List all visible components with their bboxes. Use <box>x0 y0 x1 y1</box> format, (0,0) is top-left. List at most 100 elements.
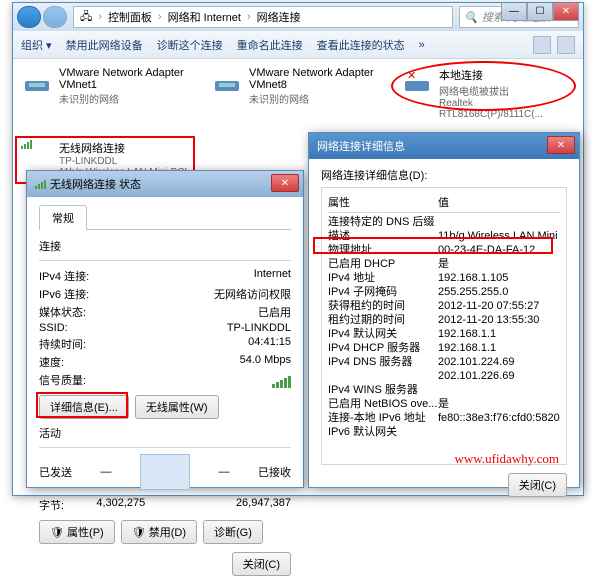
adapter-vmnet1[interactable]: VMware Network Adapter VMnet1 未识别的网络 <box>21 67 191 120</box>
column-header: 值 <box>438 194 449 210</box>
property-row: 描述11b/g Wireless LAN Mini PCI Ex <box>328 229 560 243</box>
value: Internet <box>254 268 291 284</box>
property-name: IPv4 子网掩码 <box>328 285 438 299</box>
adapter-ssid: TP-LINKDDL <box>59 156 191 167</box>
disable-device-button[interactable]: 禁用此网络设备 <box>66 37 143 53</box>
bytes-sent: 4,302,275 <box>64 497 177 513</box>
dialog-titlebar[interactable]: 无线网络连接 状态 ✕ <box>27 171 303 197</box>
toolbar: 组织 ▾ 禁用此网络设备 诊断这个连接 重命名此连接 查看此连接的状态 » <box>13 31 583 59</box>
label: 速度: <box>39 354 64 370</box>
dialog-titlebar[interactable]: 网络连接详细信息 ✕ <box>309 133 579 159</box>
breadcrumb-part[interactable]: 网络连接 <box>257 9 301 25</box>
section-label: 连接 <box>39 238 291 254</box>
column-header: 属性 <box>328 194 438 210</box>
property-value <box>438 215 560 229</box>
received-label: 已接收 <box>258 464 291 480</box>
properties-button[interactable]: 🛡 属性(P) <box>39 520 115 544</box>
disable-button[interactable]: 🛡 禁用(D) <box>121 520 197 544</box>
network-adapter-icon: ✕ <box>401 67 433 99</box>
adapter-local[interactable]: ✕ 本地连接 网络电缆被拔出 Realtek RTL8168C(P)/8111C… <box>401 67 571 120</box>
rename-button[interactable]: 重命名此连接 <box>237 37 303 53</box>
adapter-device: Realtek RTL8168C(P)/8111C(... <box>439 98 571 120</box>
property-row: 已启用 NetBIOS ove...是 <box>328 397 560 411</box>
organize-menu[interactable]: 组织 ▾ <box>21 37 52 53</box>
property-value: 是 <box>438 397 560 411</box>
property-value: 2012-11-20 07:55:27 <box>438 299 560 313</box>
property-value: 是 <box>438 257 560 271</box>
close-button[interactable]: ✕ <box>271 174 299 192</box>
label: 持续时间: <box>39 336 86 352</box>
close-button[interactable]: ✕ <box>553 3 579 21</box>
value: 无网络访问权限 <box>214 286 291 302</box>
connection-details-dialog: 网络连接详细信息 ✕ 网络连接详细信息(D): 属性 值 连接特定的 DNS 后… <box>308 132 580 488</box>
property-name <box>328 369 438 383</box>
property-name: IPv4 地址 <box>328 271 438 285</box>
property-value: 00-23-4E-DA-FA-12 <box>438 243 560 257</box>
adapter-status: 网络电缆被拔出 <box>439 83 571 98</box>
adapter-name: 无线网络连接 <box>59 140 191 156</box>
search-icon: 🔍 <box>464 11 478 24</box>
property-row: 202.101.226.69 <box>328 369 560 383</box>
view-icon[interactable] <box>533 36 551 54</box>
dialog-title-text: 无线网络连接 状态 <box>50 176 141 192</box>
close-button[interactable]: 关闭(C) <box>232 552 291 576</box>
property-row: IPv6 默认网关 <box>328 425 560 439</box>
svg-text:✕: ✕ <box>407 70 416 82</box>
maximize-button[interactable]: ☐ <box>527 3 553 21</box>
tab-general[interactable]: 常规 <box>39 205 87 230</box>
property-name: 连接特定的 DNS 后缀 <box>328 215 438 229</box>
help-icon[interactable] <box>557 36 575 54</box>
network-adapter-icon <box>21 67 53 99</box>
details-table: 属性 值 连接特定的 DNS 后缀描述11b/g Wireless LAN Mi… <box>321 187 567 465</box>
close-button[interactable]: 关闭(C) <box>508 473 567 497</box>
forward-button[interactable] <box>43 6 67 28</box>
adapter-name: VMware Network Adapter VMnet8 <box>249 67 381 91</box>
details-button[interactable]: 详细信息(E)... <box>39 395 129 419</box>
property-value: 192.168.1.1 <box>438 327 560 341</box>
property-name: 描述 <box>328 229 438 243</box>
property-name: IPv4 默认网关 <box>328 327 438 341</box>
property-value: 202.101.224.69 <box>438 355 560 369</box>
breadcrumb-part[interactable]: 控制面板 <box>108 9 152 25</box>
wifi-adapter-icon <box>21 140 53 172</box>
property-name: 获得租约的时间 <box>328 299 438 313</box>
property-row: 连接特定的 DNS 后缀 <box>328 215 560 229</box>
value: TP-LINKDDL <box>227 322 291 334</box>
label: 媒体状态: <box>39 304 86 320</box>
minimize-button[interactable]: — <box>501 3 527 21</box>
breadcrumb-part[interactable]: 网络和 Internet <box>168 9 241 25</box>
property-value: 192.168.1.105 <box>438 271 560 285</box>
property-row: 租约过期的时间2012-11-20 13:55:30 <box>328 313 560 327</box>
breadcrumb-icon: 🖧 <box>80 8 92 27</box>
wifi-icon <box>35 180 46 189</box>
view-status-button[interactable]: 查看此连接的状态 <box>317 37 405 53</box>
diagnose-button[interactable]: 诊断(G) <box>203 520 263 544</box>
property-name: 租约过期的时间 <box>328 313 438 327</box>
back-button[interactable] <box>17 6 41 28</box>
property-row: IPv4 默认网关192.168.1.1 <box>328 327 560 341</box>
titlebar: 🖧 › 控制面板 › 网络和 Internet › 网络连接 🔍 搜索 网络连接 <box>13 3 583 31</box>
label: 信号质量: <box>39 372 86 388</box>
adapter-vmnet8[interactable]: VMware Network Adapter VMnet8 未识别的网络 <box>211 67 381 120</box>
breadcrumb[interactable]: 🖧 › 控制面板 › 网络和 Internet › 网络连接 <box>73 6 453 28</box>
value: 04:41:15 <box>248 336 291 352</box>
wireless-properties-button[interactable]: 无线属性(W) <box>135 395 219 419</box>
details-heading: 网络连接详细信息(D): <box>321 167 567 183</box>
property-row: IPv4 DHCP 服务器192.168.1.1 <box>328 341 560 355</box>
property-name: 物理地址 <box>328 243 438 257</box>
label: IPv6 连接: <box>39 286 89 302</box>
network-adapter-icon <box>211 67 243 99</box>
adapter-status: 未识别的网络 <box>59 91 191 106</box>
property-name: IPv4 DNS 服务器 <box>328 355 438 369</box>
property-row: 物理地址00-23-4E-DA-FA-12 <box>328 243 560 257</box>
close-button[interactable]: ✕ <box>547 136 575 154</box>
property-row: 获得租约的时间2012-11-20 07:55:27 <box>328 299 560 313</box>
section-label: 活动 <box>39 425 291 441</box>
label: IPv4 连接: <box>39 268 89 284</box>
property-value: fe80::38e3:f76:cfd0:5820%13 <box>438 411 560 425</box>
overflow-button[interactable]: » <box>419 39 425 51</box>
activity-icon <box>140 454 190 490</box>
property-row: 已启用 DHCP是 <box>328 257 560 271</box>
diagnose-button[interactable]: 诊断这个连接 <box>157 37 223 53</box>
window-controls: — ☐ ✕ <box>501 3 579 21</box>
